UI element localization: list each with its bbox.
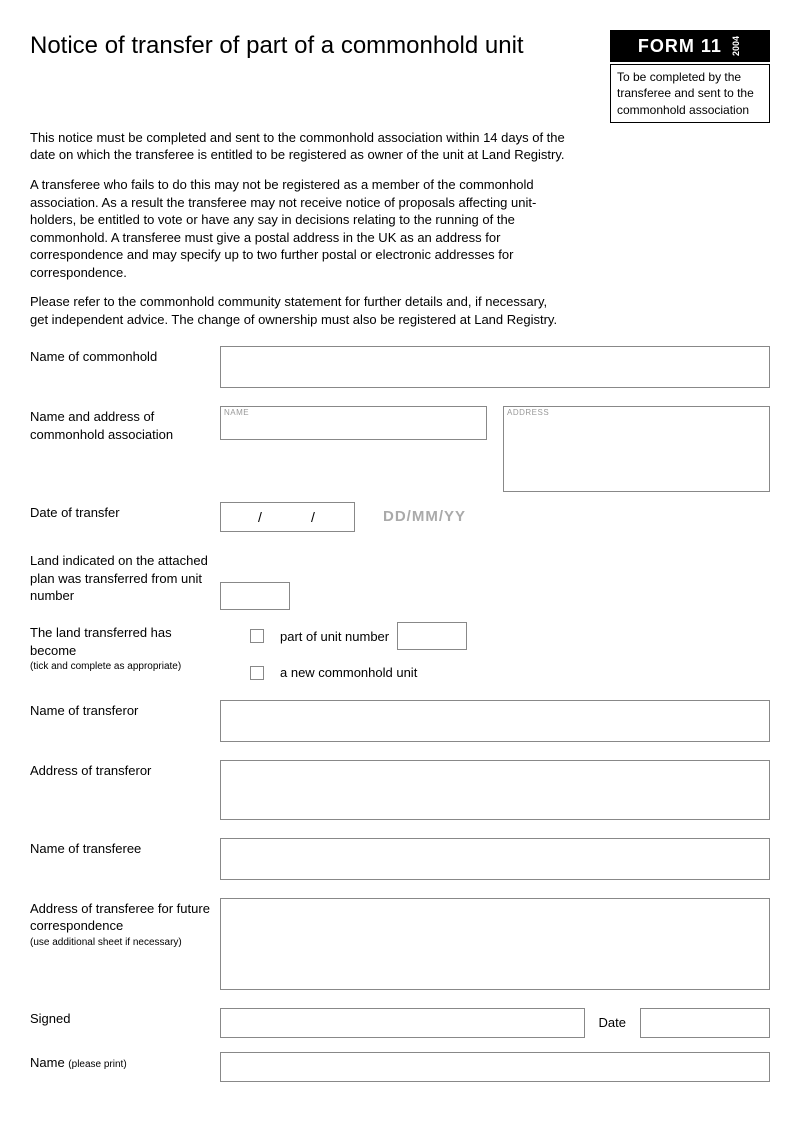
label-part-of-unit: part of unit number xyxy=(280,628,389,646)
input-part-of-unit-number[interactable] xyxy=(397,622,467,650)
checkbox-new-unit[interactable] xyxy=(250,666,264,680)
intro-paragraph-1: This notice must be completed and sent t… xyxy=(30,129,566,164)
input-transferee-name[interactable] xyxy=(220,838,770,880)
label-print-name: Name xyxy=(30,1055,68,1070)
checkbox-part-of-unit[interactable] xyxy=(250,629,264,643)
date-separator: / / xyxy=(258,508,317,527)
form-badge: FORM 11 2004 xyxy=(610,30,770,62)
label-transferor-name: Name of transferor xyxy=(30,700,220,720)
input-transfer-date[interactable]: / / xyxy=(220,502,355,532)
label-commonhold-name: Name of commonhold xyxy=(30,346,220,366)
label-transferee-addr: Address of transferee for future corresp… xyxy=(30,901,210,934)
label-sign-date: Date xyxy=(599,1014,626,1032)
input-transferor-addr[interactable] xyxy=(220,760,770,820)
hint-address: ADDRESS xyxy=(507,408,549,419)
label-association: Name and address of commonhold associati… xyxy=(30,406,220,443)
label-transfer-date: Date of transfer xyxy=(30,502,220,522)
label-new-unit: a new commonhold unit xyxy=(280,664,417,682)
label-from-unit: Land indicated on the attached plan was … xyxy=(30,550,220,605)
input-association-address[interactable] xyxy=(503,406,770,492)
input-print-name[interactable] xyxy=(220,1052,770,1082)
form-number: FORM 11 xyxy=(638,34,722,58)
input-signature[interactable] xyxy=(220,1008,585,1038)
input-association-name[interactable] xyxy=(220,406,487,440)
sublabel-transferee-addr: (use additional sheet if necessary) xyxy=(30,936,220,950)
input-sign-date[interactable] xyxy=(640,1008,770,1038)
sublabel-print-name: (please print) xyxy=(68,1059,126,1070)
sublabel-become: (tick and complete as appropriate) xyxy=(30,660,220,674)
input-transferor-name[interactable] xyxy=(220,700,770,742)
date-format-hint: DD/MM/YY xyxy=(383,507,466,527)
label-transferor-addr: Address of transferor xyxy=(30,760,220,780)
input-from-unit-number[interactable] xyxy=(220,582,290,610)
intro-paragraph-3: Please refer to the commonhold community… xyxy=(30,293,566,328)
label-transferee-name: Name of transferee xyxy=(30,838,220,858)
input-commonhold-name[interactable] xyxy=(220,346,770,388)
input-transferee-addr[interactable] xyxy=(220,898,770,990)
intro-paragraph-2: A transferee who fails to do this may no… xyxy=(30,176,566,281)
label-become: The land transferred has become xyxy=(30,625,172,658)
label-signed: Signed xyxy=(30,1008,220,1028)
page-title: Notice of transfer of part of a commonho… xyxy=(30,30,610,62)
hint-name: NAME xyxy=(224,408,249,419)
completion-note: To be completed by the transferee and se… xyxy=(610,64,770,123)
form-year: 2004 xyxy=(730,36,742,56)
